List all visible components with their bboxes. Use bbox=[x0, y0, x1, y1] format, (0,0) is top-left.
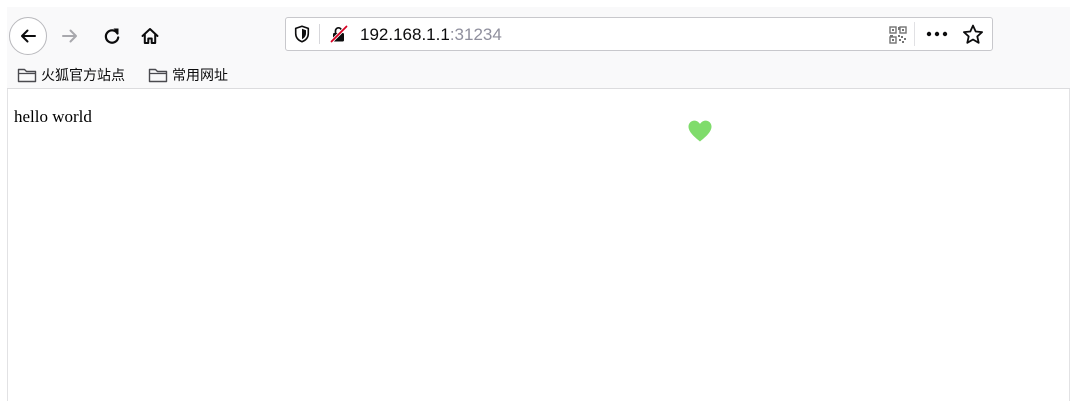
reload-icon bbox=[104, 28, 120, 44]
home-icon bbox=[141, 28, 159, 44]
url-text[interactable]: 192.168.1.1:31234 bbox=[360, 24, 502, 46]
folder-icon bbox=[148, 68, 168, 83]
heart-shape bbox=[688, 120, 712, 142]
heart-icon bbox=[688, 120, 712, 142]
url-divider-right bbox=[914, 22, 915, 46]
browser-window: 192.168.1.1:31234 火狐官方站点 常用网址 hello worl… bbox=[7, 7, 1070, 401]
reload-button[interactable] bbox=[97, 21, 127, 51]
url-port: :31234 bbox=[449, 25, 502, 44]
bookmark-label: 火狐官方站点 bbox=[41, 67, 125, 83]
forward-button[interactable] bbox=[55, 21, 85, 51]
forward-arrow-icon bbox=[62, 29, 77, 43]
bookmark-label: 常用网址 bbox=[172, 67, 228, 83]
page-content: hello world bbox=[7, 89, 1070, 401]
url-divider bbox=[319, 24, 320, 44]
bookmark-folder-firefox-official[interactable]: 火狐官方站点 bbox=[17, 65, 125, 85]
back-button[interactable] bbox=[9, 17, 47, 55]
page-actions-more-icon[interactable] bbox=[924, 24, 950, 44]
url-host: 192.168.1.1 bbox=[360, 25, 450, 44]
bookmark-star-icon[interactable] bbox=[961, 23, 985, 45]
insecure-connection-icon[interactable] bbox=[328, 24, 350, 44]
navigation-toolbar: 192.168.1.1:31234 bbox=[7, 7, 1070, 62]
qr-code-icon[interactable] bbox=[888, 25, 908, 45]
home-button[interactable] bbox=[135, 21, 165, 51]
bookmarks-toolbar: 火狐官方站点 常用网址 bbox=[7, 62, 1070, 89]
bookmark-folder-common-sites[interactable]: 常用网址 bbox=[148, 65, 228, 85]
page-text: hello world bbox=[14, 107, 92, 126]
folder-icon bbox=[17, 68, 37, 83]
back-arrow-icon bbox=[21, 29, 36, 43]
tracking-protection-shield-icon[interactable] bbox=[292, 24, 312, 44]
address-bar[interactable]: 192.168.1.1:31234 bbox=[285, 17, 993, 51]
